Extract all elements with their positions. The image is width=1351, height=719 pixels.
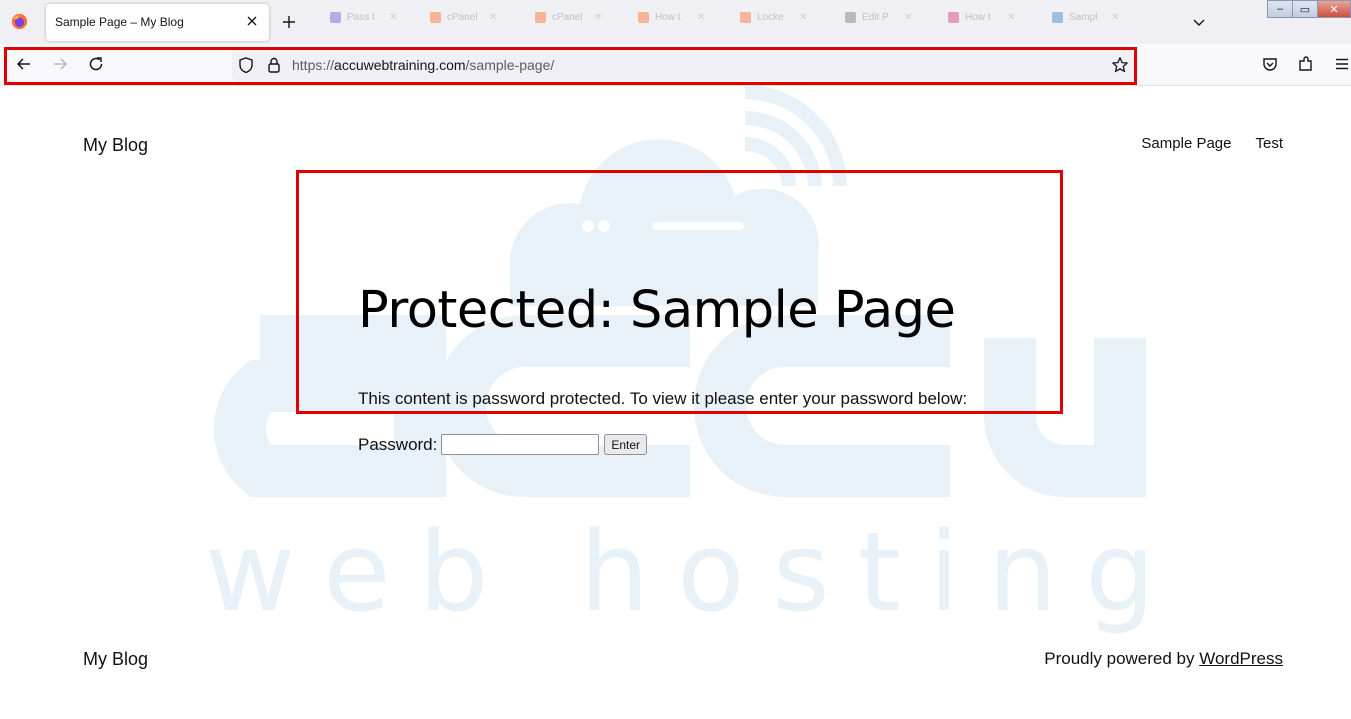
new-tab-plus-icon[interactable] [280, 13, 298, 31]
reload-icon[interactable] [87, 55, 105, 73]
menu-icon[interactable] [1333, 55, 1351, 73]
close-icon[interactable]: ✕ [594, 12, 602, 23]
password-form: Password: Enter [358, 434, 648, 455]
forward-arrow-icon[interactable] [51, 55, 69, 73]
site-navigation: Sample Page Test [1141, 135, 1283, 152]
site-title-link[interactable]: My Blog [83, 135, 148, 156]
footer-credit: Proudly powered by WordPress [1044, 649, 1283, 669]
footer-site-title-link[interactable]: My Blog [83, 649, 148, 670]
tab-favicon-icon [330, 11, 341, 23]
window-controls: – ▭ ✕ [1267, 0, 1351, 18]
tab-favicon-icon [740, 11, 751, 23]
watermark-tagline: w e b h o s t i n g [205, 508, 1155, 636]
tab-strip: Sample Page – My Blog Pass t ✕ cPanel ✕ … [0, 0, 1351, 44]
background-tab-label: Edit P [862, 11, 889, 23]
password-input[interactable] [441, 434, 600, 455]
tab-favicon-icon [638, 11, 649, 23]
url-bar[interactable]: https://accuwebtraining.com/sample-page/ [232, 49, 1136, 81]
nav-link-sample-page[interactable]: Sample Page [1141, 135, 1231, 152]
close-icon[interactable]: ✕ [697, 12, 705, 23]
background-tab-label: cPanel [447, 11, 478, 23]
enter-button[interactable]: Enter [604, 434, 648, 455]
star-icon[interactable] [1111, 56, 1129, 74]
tab-favicon-icon [1052, 11, 1063, 23]
tab-favicon-icon [845, 11, 856, 23]
password-protected-message: This content is password protected. To v… [358, 389, 968, 408]
close-icon[interactable] [244, 13, 260, 29]
back-arrow-icon[interactable] [15, 55, 33, 73]
footer-credit-text: Proudly powered by [1044, 649, 1200, 668]
page-title: Protected: Sample Page [358, 281, 956, 340]
background-tab-label: Pass t [347, 11, 375, 23]
close-icon[interactable]: ✕ [1111, 12, 1119, 23]
close-icon[interactable]: ✕ [489, 12, 497, 23]
background-tab-label: Locke [757, 11, 784, 23]
close-icon[interactable]: ✕ [799, 12, 807, 23]
tab-favicon-icon [948, 11, 959, 23]
tab-sample-page[interactable]: Sample Page – My Blog [46, 4, 269, 41]
window-close-button[interactable]: ✕ [1317, 0, 1351, 18]
tab-title: Sample Page – My Blog [55, 15, 184, 29]
background-tab[interactable]: cPanel ✕ [430, 8, 497, 26]
pocket-icon[interactable] [1261, 55, 1279, 73]
url-path: /sample-page/ [465, 57, 555, 73]
background-tab[interactable]: How t ✕ [948, 8, 1015, 26]
firefox-logo-icon [11, 13, 28, 30]
background-tab[interactable]: cPanel ✕ [535, 8, 602, 26]
shield-icon[interactable] [237, 56, 255, 74]
url-host: accuwebtraining.com [334, 57, 466, 73]
wordpress-link[interactable]: WordPress [1199, 649, 1283, 668]
background-tab[interactable]: Pass t ✕ [330, 8, 397, 26]
extensions-icon[interactable] [1297, 55, 1315, 73]
minimize-button[interactable]: – [1267, 0, 1293, 18]
background-tab[interactable]: Locke ✕ [740, 8, 807, 26]
restore-button[interactable]: ▭ [1292, 0, 1318, 18]
background-tab-label: How t [965, 11, 991, 23]
tab-favicon-icon [535, 11, 546, 23]
close-icon[interactable]: ✕ [904, 12, 912, 23]
url-scheme: https:// [292, 57, 335, 73]
password-label: Password: [358, 434, 438, 454]
background-tab[interactable]: Sampl ✕ [1052, 8, 1119, 26]
nav-link-test[interactable]: Test [1255, 135, 1283, 152]
background-tab[interactable]: How t ✕ [638, 8, 705, 26]
background-tab[interactable]: Edit P ✕ [845, 8, 912, 26]
web-page: w e b h o s t i n g My Blog Sample Page … [0, 86, 1351, 719]
list-all-tabs-chevron-down-icon[interactable] [1191, 14, 1207, 30]
tab-favicon-icon [430, 11, 441, 23]
navigation-toolbar: https://accuwebtraining.com/sample-page/ [0, 44, 1351, 86]
background-tab-label: cPanel [552, 11, 583, 23]
background-tab-label: How t [655, 11, 681, 23]
url-text[interactable]: https://accuwebtraining.com/sample-page/ [292, 57, 554, 73]
background-tabs: Pass t ✕ cPanel ✕ cPanel ✕ How t ✕ Locke… [300, 0, 1140, 44]
background-tab-label: Sampl [1069, 11, 1098, 23]
close-icon[interactable]: ✕ [389, 12, 397, 23]
lock-icon[interactable] [265, 56, 283, 74]
close-icon[interactable]: ✕ [1007, 12, 1015, 23]
